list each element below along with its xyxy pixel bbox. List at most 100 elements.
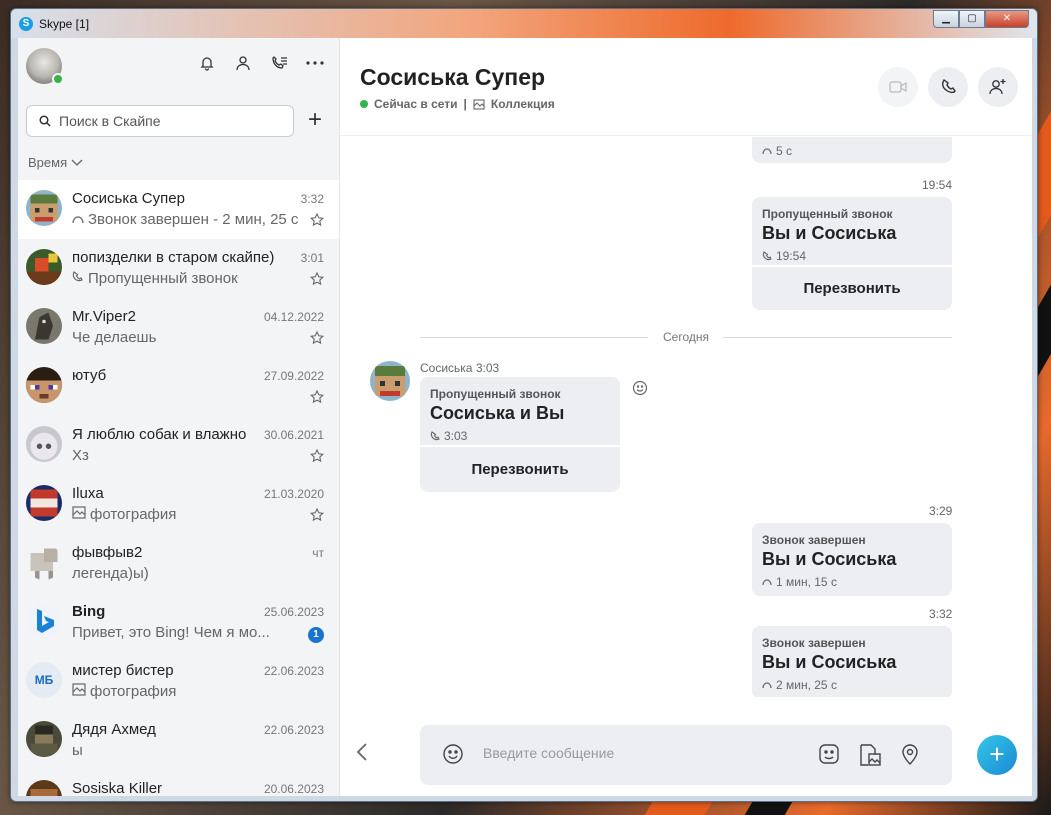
call-back-button[interactable]: Перезвонить [752, 267, 952, 310]
attach-media-icon[interactable] [858, 743, 882, 772]
favorite-star-icon[interactable] [309, 389, 325, 407]
chat-name: Bing [72, 603, 106, 620]
favorite-star-icon[interactable] [309, 271, 325, 289]
new-chat-plus-icon[interactable]: + [302, 108, 328, 134]
chat-avatar: МБ [26, 662, 62, 698]
add-reaction-icon[interactable] [632, 380, 648, 401]
missed-call-icon [762, 251, 772, 261]
chat-time: 22.06.2023 [263, 664, 324, 678]
add-people-button[interactable] [978, 67, 1018, 107]
more-actions-plus-button[interactable]: + [977, 735, 1017, 775]
chat-time: 3:01 [300, 251, 324, 265]
emoji-icon[interactable] [442, 743, 464, 770]
missed-call-bubble: Пропущенный звонок Вы и Сосиська 19:54 П… [752, 197, 952, 310]
call-ended-icon [762, 681, 772, 688]
composer-row: + [340, 708, 1032, 796]
favorite-star-icon[interactable] [309, 330, 325, 348]
favorite-star-icon[interactable] [309, 448, 325, 466]
call-title: Сосиська и Вы [430, 403, 565, 423]
collection-link[interactable]: Коллекция [491, 97, 555, 111]
chat-preview-text: Хз [72, 447, 89, 464]
chat-avatar [26, 780, 62, 796]
chat-list-item[interactable]: Я люблю собак и влажно 30.06.2021 Хз [18, 416, 339, 475]
conversation-pane: Сосиська Супер Сейчас в сети | Коллекция [340, 38, 1032, 796]
missed-call-bubble: Пропущенный звонок Сосиська и Вы 3:03 Пе… [420, 377, 620, 492]
chat-preview-text: Привет, это Bing! Чем я мо... [72, 624, 270, 641]
window-title: Skype [1] [39, 17, 90, 31]
audio-call-button[interactable] [928, 67, 968, 107]
chat-preview: Звонок завершен - 2 мин, 25 с [72, 211, 298, 228]
call-label: Пропущенный звонок [762, 207, 893, 221]
chat-avatar [26, 308, 62, 344]
chat-name: Mr.Viper2 [72, 308, 136, 325]
favorite-star-icon[interactable] [309, 507, 325, 525]
chat-list-item[interactable]: Sosiska Killer 20.06.2023 [18, 770, 339, 796]
favorite-star-icon[interactable] [309, 212, 325, 230]
message-input[interactable] [483, 745, 803, 761]
maximize-button[interactable]: ▢ [959, 10, 985, 28]
sort-dropdown[interactable]: Время [28, 155, 83, 170]
image-icon [72, 683, 86, 700]
call-duration: 1 мин, 15 с [762, 575, 837, 589]
chat-list-item[interactable]: Iluxa 21.03.2020 фотография [18, 475, 339, 534]
call-duration: 2 мин, 25 с [762, 678, 837, 692]
chat-preview: Хз [72, 447, 89, 464]
location-pin-icon[interactable] [900, 743, 920, 770]
contacts-icon[interactable] [233, 53, 253, 73]
close-button[interactable]: ✕ [985, 10, 1029, 28]
chat-list-item[interactable]: ютуб 27.09.2022 [18, 357, 339, 416]
chat-list-item[interactable]: Дядя Ахмед 22.06.2023 ы [18, 711, 339, 770]
conversation-status: Сейчас в сети | Коллекция [360, 97, 555, 111]
chat-preview: Че делаешь [72, 329, 156, 346]
conversation-title[interactable]: Сосиська Супер [360, 64, 545, 91]
video-call-button[interactable] [878, 67, 918, 107]
chat-list-item[interactable]: фывфыв2 чт легенда)ы) [18, 534, 339, 593]
sticker-icon[interactable] [818, 743, 840, 770]
minimize-button[interactable]: ▁ [933, 10, 959, 28]
title-bar: S Skype [1] ▁ ▢ ✕ [11, 9, 1037, 38]
chat-avatar [26, 544, 62, 580]
notifications-bell-icon[interactable] [197, 53, 217, 73]
message-scrollbar[interactable] [1020, 137, 1032, 697]
chat-avatar [26, 721, 62, 757]
avatar-initials: МБ [34, 673, 54, 687]
profile-avatar[interactable] [26, 48, 64, 85]
message-time: 3:32 [929, 607, 953, 621]
online-status-dot [360, 100, 368, 108]
call-title: Вы и Сосиська [762, 549, 897, 569]
chat-list-item[interactable]: Сосиська Супер 3:32 Звонок завершен - 2 ми… [18, 180, 339, 239]
chat-name: фывфыв2 [72, 544, 143, 561]
more-options-icon[interactable] [305, 53, 325, 73]
gallery-icon [473, 98, 485, 110]
call-ended-bubble: Звонок завершен Вы и Сосиська 2 мин, 25 … [752, 626, 952, 697]
skype-window: S Skype [1] ▁ ▢ ✕ Поиск в Скайпе + Время… [10, 8, 1038, 802]
chat-preview-text: ы [72, 742, 83, 759]
sort-label: Время [28, 155, 68, 170]
chat-list-item[interactable]: Bing 25.06.2023 Привет, это Bing! Чем я мо… [18, 593, 339, 652]
status-separator: | [463, 97, 467, 111]
chat-time: 04.12.2022 [263, 310, 324, 324]
sender-avatar[interactable] [370, 361, 410, 401]
chat-list-item[interactable]: попизделки в старом скайпе) 3:01 Пропущенн… [18, 239, 339, 298]
date-divider-line [723, 337, 952, 338]
call-label: Пропущенный звонок [430, 387, 561, 401]
chat-name: ютуб [72, 367, 107, 384]
chat-preview: Пропущенный звонок [72, 270, 238, 287]
chat-preview: ы [72, 742, 83, 759]
search-icon [39, 115, 51, 127]
call-title: Вы и Сосиська [762, 223, 897, 243]
chat-preview-text: Пропущенный звонок [88, 270, 238, 287]
search-input[interactable] [59, 113, 279, 129]
chat-preview-text: фотография [90, 683, 177, 700]
back-chevron-icon[interactable] [356, 742, 368, 767]
chat-time: 21.03.2020 [263, 487, 324, 501]
chat-list-item[interactable]: МБ мистер бистер 22.06.2023 фотография [18, 652, 339, 711]
chat-name: Sosiska Killer [72, 780, 163, 796]
calls-icon[interactable] [269, 53, 289, 73]
message-composer [420, 725, 952, 785]
chat-time: 22.06.2023 [263, 723, 324, 737]
chat-preview-text: Звонок завершен - 2 мин, 25 с [88, 211, 299, 228]
call-back-button[interactable]: Перезвонить [420, 447, 620, 492]
chat-list-item[interactable]: Mr.Viper2 04.12.2022 Че делаешь [18, 298, 339, 357]
search-box[interactable] [26, 105, 294, 137]
